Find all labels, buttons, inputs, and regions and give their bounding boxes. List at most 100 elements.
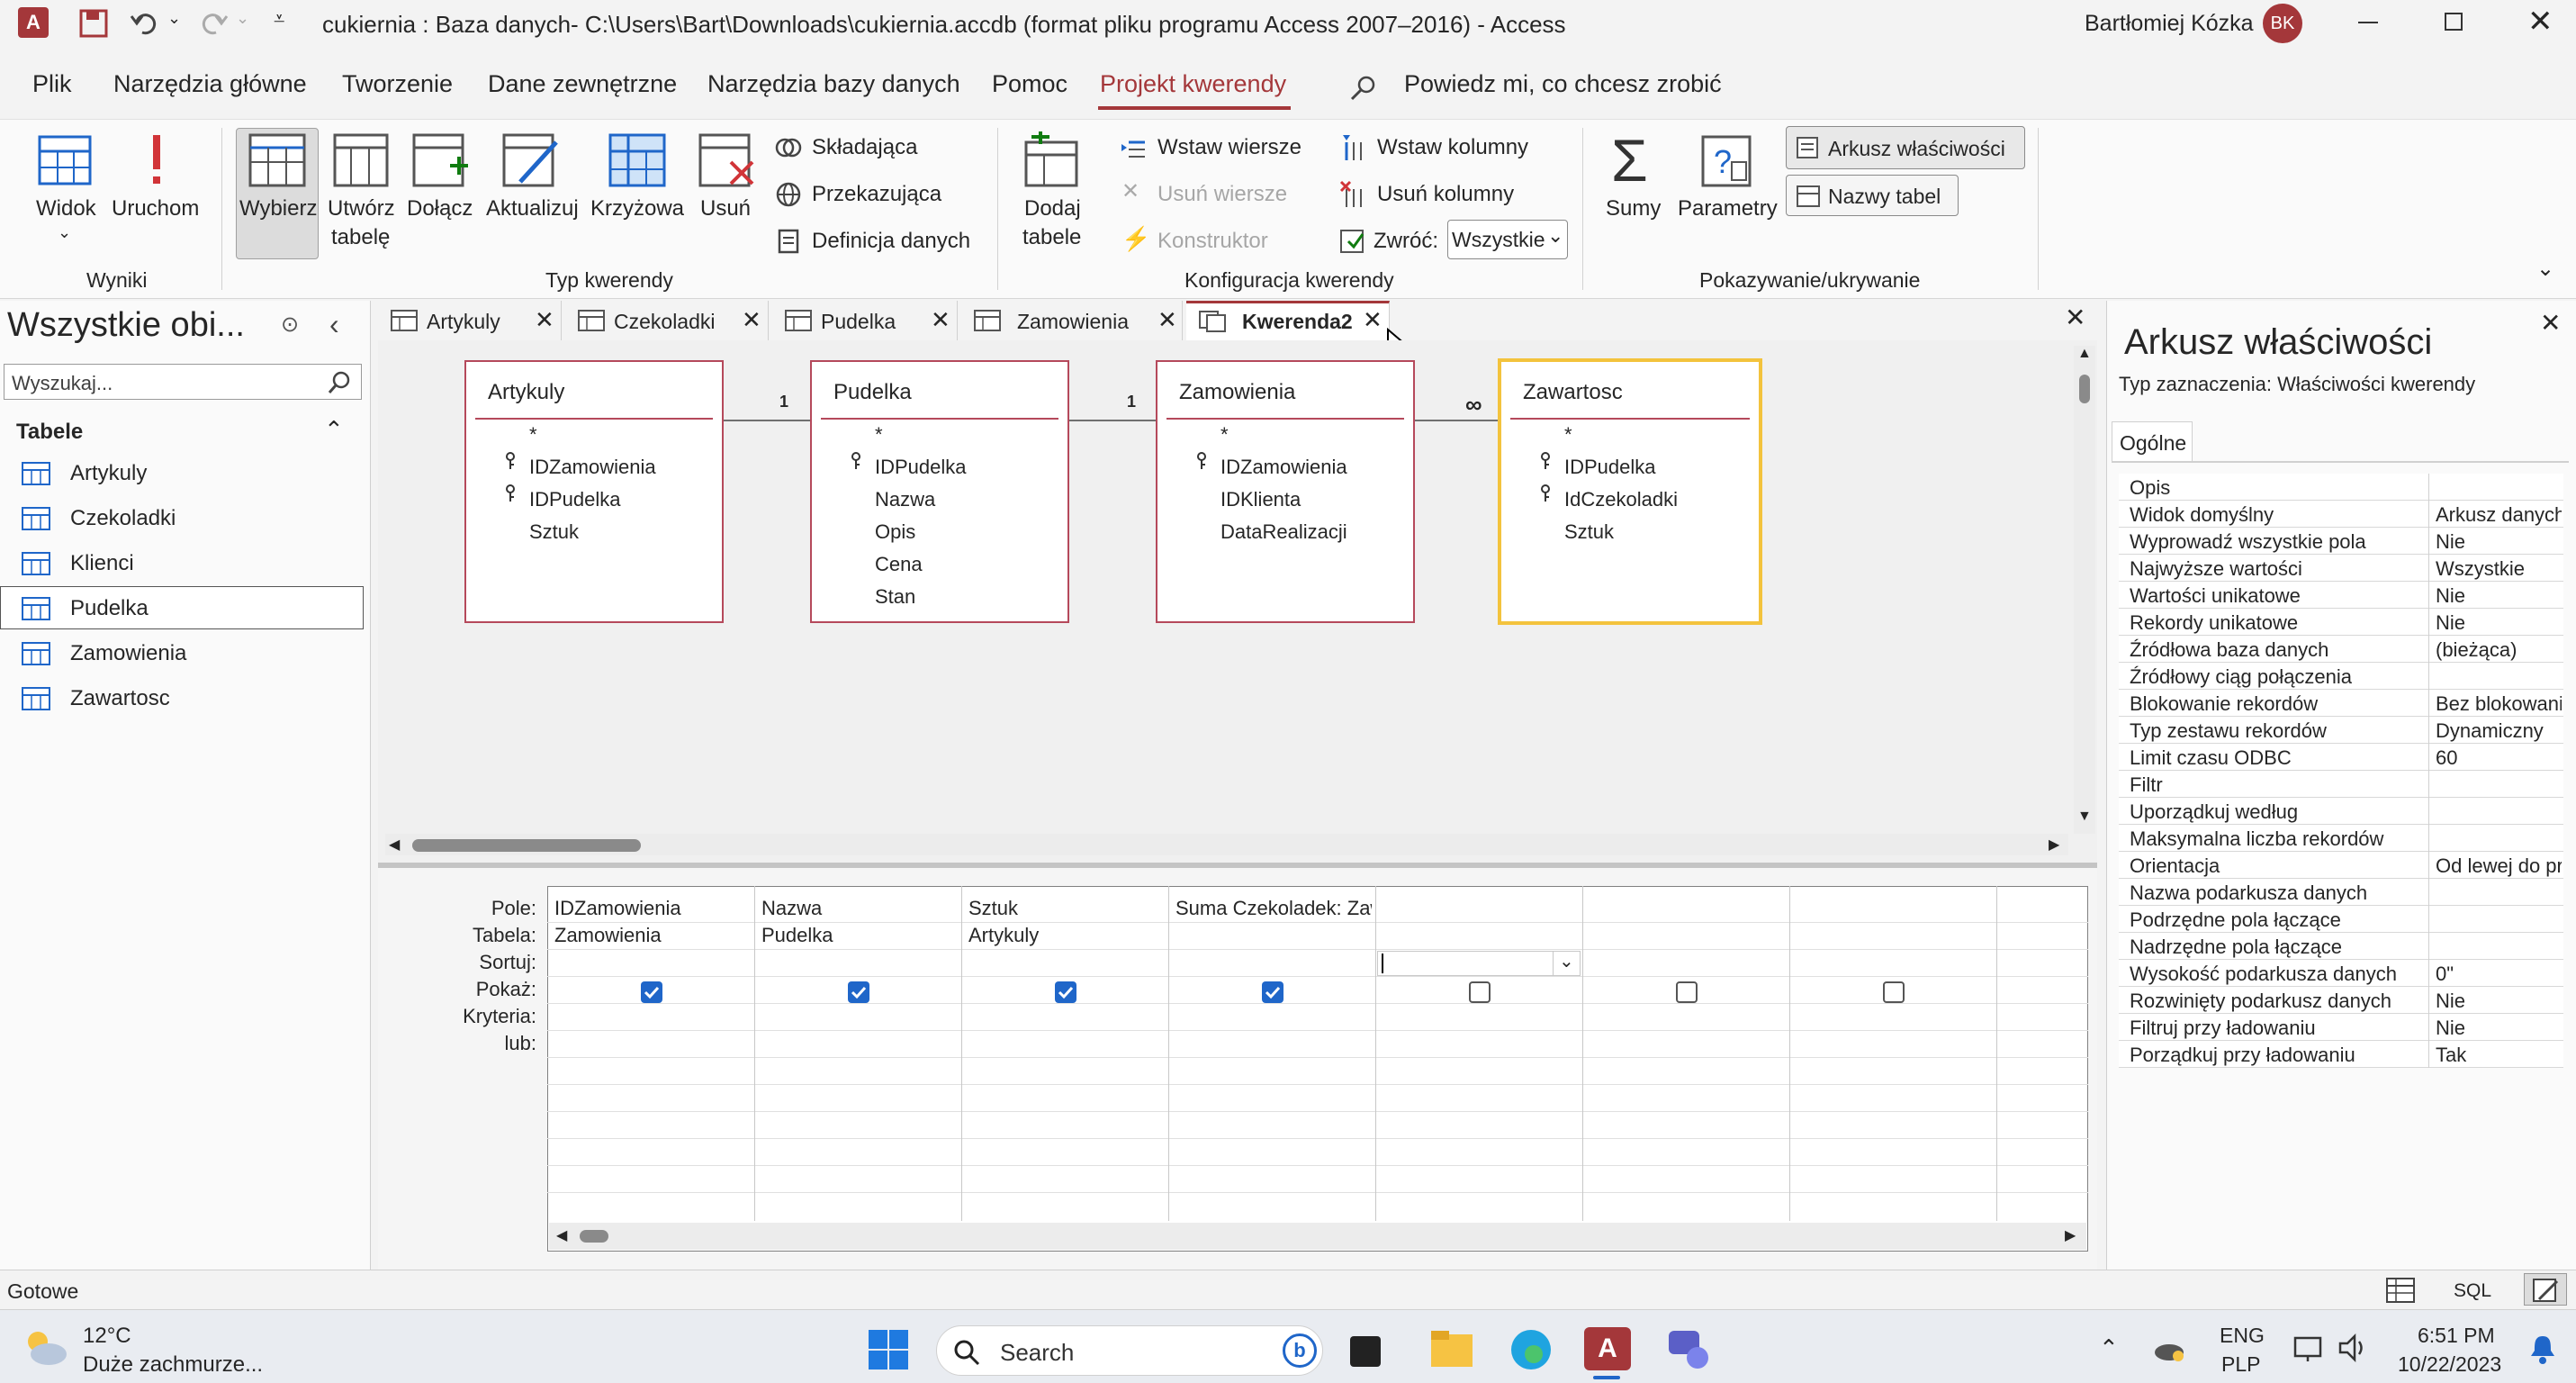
delete-query-button[interactable]: Usuń bbox=[700, 196, 751, 221]
insert-rows-button[interactable]: Wstaw wiersze bbox=[1157, 135, 1302, 160]
field-idczekoladki[interactable]: IdCzekoladki bbox=[1564, 488, 1678, 511]
field-idpudelka[interactable]: IDPudelka bbox=[875, 456, 967, 479]
nav-item-zamowienia[interactable]: Zamowienia bbox=[0, 631, 364, 674]
nav-menu-icon[interactable]: ⊙ bbox=[281, 312, 299, 338]
tab-zamowienia[interactable]: Zamowienia ✕ bbox=[961, 301, 1183, 340]
property-row[interactable]: Nazwa podarkusza danych bbox=[2119, 879, 2563, 906]
vertical-scrollbar[interactable]: ▲ ▼ bbox=[2074, 346, 2095, 834]
property-row[interactable]: Widok domyślny Arkusz danych bbox=[2119, 501, 2563, 528]
task-view-icon[interactable] bbox=[1350, 1336, 1381, 1367]
onedrive-icon[interactable] bbox=[2153, 1334, 2185, 1363]
avatar[interactable]: BK bbox=[2263, 4, 2302, 43]
grid-show-checkbox[interactable] bbox=[1055, 981, 1076, 1003]
parameters-button[interactable]: Parametry bbox=[1678, 196, 1778, 221]
menu-projekt-kwerendy[interactable]: Projekt kwerendy bbox=[1100, 70, 1286, 98]
property-value[interactable]: Bez blokowania bbox=[2436, 692, 2562, 716]
property-row[interactable]: Podrzędne pola łączące bbox=[2119, 906, 2563, 933]
add-tables-icon[interactable] bbox=[1022, 131, 1080, 189]
field-all[interactable]: * bbox=[875, 423, 883, 447]
scroll-right-icon[interactable]: ▶ bbox=[2049, 836, 2059, 854]
close-property-sheet-icon[interactable]: ✕ bbox=[2540, 308, 2561, 338]
property-row[interactable]: Limit czasu ODBC 60 bbox=[2119, 744, 2563, 771]
grid-field-cell[interactable]: Sztuk bbox=[968, 897, 1165, 920]
scroll-up-icon[interactable]: ▲ bbox=[2077, 346, 2092, 362]
tab-czekoladki[interactable]: Czekoladki ✕ bbox=[565, 301, 769, 340]
field-sztuk[interactable]: Sztuk bbox=[1564, 520, 1614, 544]
update-button[interactable]: Aktualizuj bbox=[486, 196, 579, 221]
minimize-icon[interactable] bbox=[2358, 22, 2378, 23]
totals-sigma-icon[interactable]: Σ bbox=[1611, 126, 1648, 194]
close-tab-icon[interactable]: ✕ bbox=[1157, 306, 1177, 334]
property-row[interactable]: Nadrzędne pola łączące bbox=[2119, 933, 2563, 960]
property-row[interactable]: Uporządkuj według bbox=[2119, 798, 2563, 825]
property-row[interactable]: Rekordy unikatowe Nie bbox=[2119, 609, 2563, 636]
volume-icon[interactable] bbox=[2337, 1333, 2369, 1363]
parameters-icon[interactable]: ? bbox=[1698, 131, 1755, 189]
grid-field-cell[interactable]: Nazwa bbox=[761, 897, 958, 920]
grid-table-cell[interactable]: Zamowienia bbox=[554, 924, 751, 947]
grid-field-cell[interactable]: IDZamowienia bbox=[554, 897, 751, 920]
run-icon[interactable] bbox=[140, 131, 173, 189]
relation-line[interactable] bbox=[1069, 420, 1156, 421]
menu-plik[interactable]: Plik bbox=[32, 70, 72, 98]
field-opis[interactable]: Opis bbox=[875, 520, 915, 544]
property-value[interactable]: Nie bbox=[2436, 611, 2562, 635]
property-row[interactable]: Filtr bbox=[2119, 771, 2563, 798]
property-value[interactable]: 60 bbox=[2436, 746, 2562, 770]
chat-app-icon[interactable] bbox=[1665, 1327, 1714, 1372]
bing-icon[interactable]: b bbox=[1283, 1333, 1317, 1368]
property-value[interactable]: Wszystkie bbox=[2436, 557, 2562, 581]
union-button[interactable]: Składająca bbox=[812, 135, 917, 160]
datasheet-view-icon[interactable] bbox=[2385, 1277, 2416, 1304]
table-box-artykuly[interactable]: Artykuly * IDZamowienia IDPudelka Sztuk bbox=[464, 360, 724, 623]
view-button[interactable]: Widok bbox=[36, 196, 96, 221]
weather-cloud-icon[interactable] bbox=[20, 1324, 70, 1369]
union-icon[interactable] bbox=[774, 133, 803, 162]
keyboard-layout[interactable]: PLP bbox=[2221, 1352, 2260, 1377]
grid-table-cell[interactable]: Pudelka bbox=[761, 924, 958, 947]
grid-field-cell[interactable]: Suma Czekoladek: Zaw bbox=[1175, 897, 1372, 920]
language-code[interactable]: ENG bbox=[2220, 1324, 2265, 1348]
property-row[interactable]: Wartości unikatowe Nie bbox=[2119, 582, 2563, 609]
grid-show-checkbox[interactable] bbox=[1469, 981, 1491, 1003]
scroll-left-icon[interactable]: ◀ bbox=[389, 836, 400, 854]
tray-chevron-up-icon[interactable]: ⌃ bbox=[2099, 1334, 2119, 1362]
insert-columns-button[interactable]: Wstaw kolumny bbox=[1377, 135, 1528, 160]
grid-show-checkbox[interactable] bbox=[1676, 981, 1698, 1003]
field-idzamowienia[interactable]: IDZamowienia bbox=[529, 456, 656, 479]
property-value[interactable]: Nie bbox=[2436, 1017, 2562, 1040]
field-datarealizacji[interactable]: DataRealizacji bbox=[1220, 520, 1347, 544]
tell-me-search-icon[interactable] bbox=[1348, 74, 1377, 103]
sort-dropdown-button[interactable]: ⌄ bbox=[1553, 952, 1580, 975]
file-explorer-icon[interactable] bbox=[1429, 1329, 1474, 1369]
clock-date[interactable]: 10/22/2023 bbox=[2398, 1352, 2501, 1377]
property-value[interactable]: Arkusz danych bbox=[2436, 503, 2562, 527]
crosstab-icon[interactable] bbox=[608, 133, 666, 187]
taskbar-search[interactable]: Search b bbox=[936, 1325, 1323, 1376]
table-names-button[interactable]: Nazwy tabel bbox=[1786, 175, 1959, 216]
totals-button[interactable]: Sumy bbox=[1606, 196, 1661, 221]
insert-rows-icon[interactable] bbox=[1120, 135, 1147, 160]
design-view-button[interactable] bbox=[2524, 1273, 2567, 1306]
field-all[interactable]: * bbox=[1564, 423, 1572, 447]
grid-show-checkbox[interactable] bbox=[1262, 981, 1283, 1003]
property-value[interactable]: Dynamiczny bbox=[2436, 719, 2562, 743]
data-definition-button[interactable]: Definicja danych bbox=[812, 229, 970, 254]
property-row[interactable]: Źródłowy ciąg połączenia bbox=[2119, 663, 2563, 690]
weather-description[interactable]: Duże zachmurze... bbox=[83, 1352, 263, 1378]
edge-browser-icon[interactable] bbox=[1509, 1327, 1554, 1372]
property-row[interactable]: Filtruj przy ładowaniu Nie bbox=[2119, 1014, 2563, 1041]
select-query-icon[interactable] bbox=[248, 133, 306, 187]
field-idpudelka[interactable]: IDPudelka bbox=[1564, 456, 1656, 479]
relation-line[interactable] bbox=[1415, 420, 1498, 421]
data-definition-icon[interactable] bbox=[774, 227, 803, 256]
notification-bell-icon[interactable] bbox=[2527, 1333, 2558, 1365]
property-row[interactable]: Źródłowa baza danych (bieżąca) bbox=[2119, 636, 2563, 663]
menu-narzedzia-glowne[interactable]: Narzędzia główne bbox=[113, 70, 307, 98]
property-value[interactable]: Nie bbox=[2436, 584, 2562, 608]
field-stan[interactable]: Stan bbox=[875, 585, 915, 609]
property-value[interactable]: Nie bbox=[2436, 990, 2562, 1013]
nav-section-tables[interactable]: Tabele bbox=[16, 420, 83, 445]
scroll-right-icon[interactable]: ▶ bbox=[2065, 1226, 2076, 1244]
property-sheet-button[interactable]: Arkusz właściwości bbox=[1786, 126, 2025, 169]
